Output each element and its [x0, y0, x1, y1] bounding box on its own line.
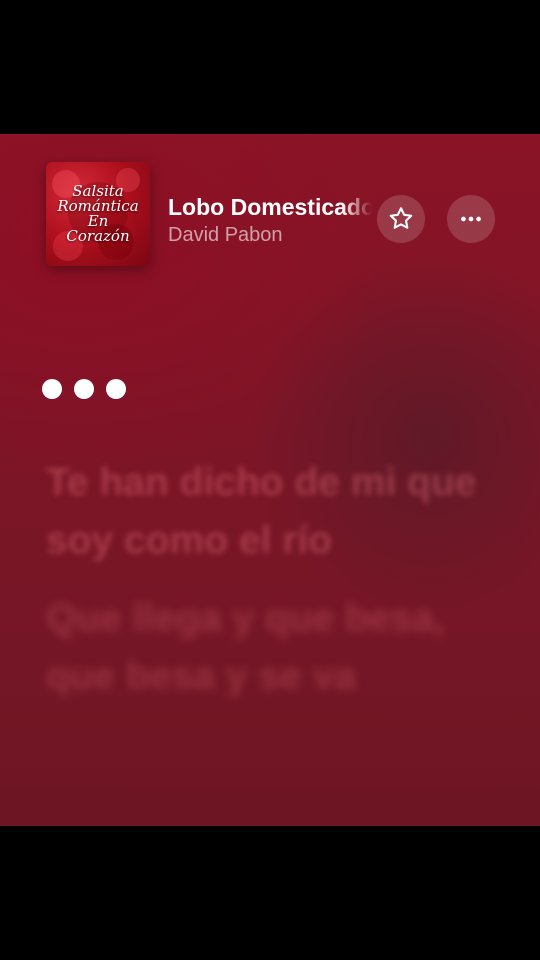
interlude-dot: [42, 379, 62, 399]
favorite-button[interactable]: [377, 195, 425, 243]
letterbox-bottom: [0, 826, 540, 960]
lyric-line[interactable]: Te han dicho de mi que soy como el río: [46, 454, 506, 570]
more-options-button[interactable]: [447, 195, 495, 243]
screen: Salsita Romántica En Corazón Lobo Domest…: [0, 0, 540, 960]
lyrics-player: Salsita Romántica En Corazón Lobo Domest…: [0, 134, 540, 826]
album-art-title: Salsita Romántica En Corazón: [46, 162, 150, 266]
song-artist: David Pabon: [168, 224, 283, 246]
album-art[interactable]: Salsita Romántica En Corazón: [46, 162, 150, 266]
letterbox-top: [0, 0, 540, 134]
star-icon: [389, 207, 413, 229]
song-info[interactable]: Lobo Domesticado David Pabon: [168, 192, 372, 248]
album-art-line: Corazón: [66, 227, 130, 245]
lyrics-interlude-indicator: [42, 379, 126, 399]
interlude-dot: [106, 379, 126, 399]
lyrics-list[interactable]: Te han dicho de mi que soy como el río Q…: [46, 454, 506, 726]
ellipsis-icon: [461, 216, 481, 222]
song-title: Lobo Domesticado: [168, 194, 372, 220]
lyric-line[interactable]: Que llega y que besa, que besa y se va: [46, 590, 506, 706]
interlude-dot: [74, 379, 94, 399]
